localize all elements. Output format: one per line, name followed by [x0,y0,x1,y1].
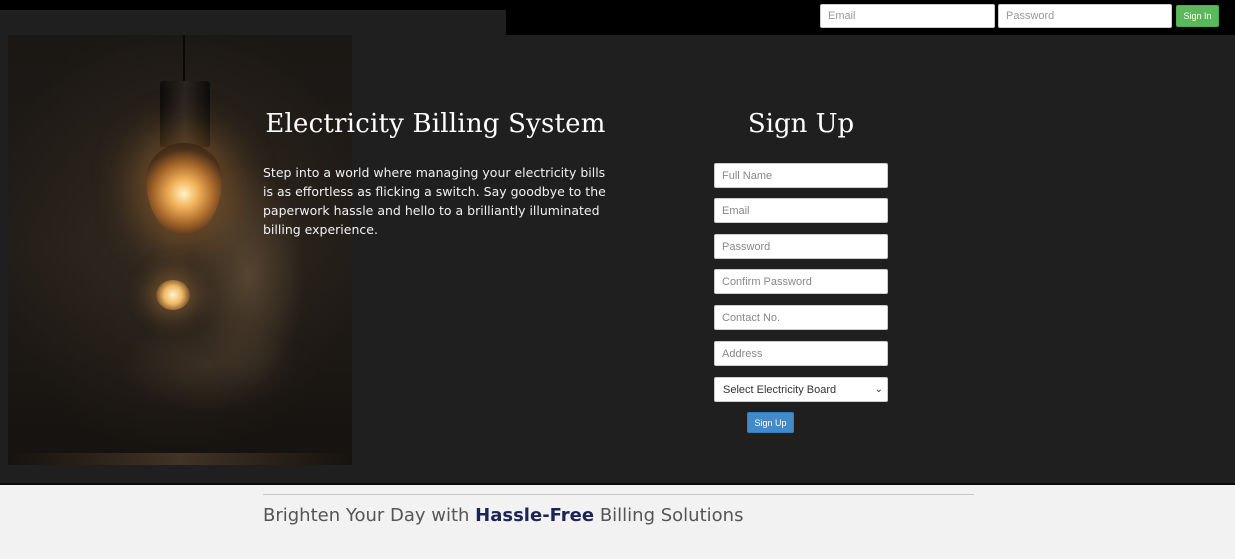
top-bar-strip [0,10,506,35]
bulb-reflection [156,280,190,310]
contact-number-field[interactable] [714,305,888,330]
sign-in-button[interactable]: Sign In [1176,5,1219,27]
sign-up-button[interactable]: Sign Up [747,412,794,433]
email-field[interactable] [714,198,888,223]
footer-divider [263,494,974,495]
tagline-end: Billing Solutions [594,505,744,526]
page: Sign In Electricity Billing System Step … [0,0,1235,559]
glowing-bulb [146,143,222,235]
bulb-cord [183,35,185,81]
light-bulb-image [8,35,352,465]
top-login-bar: Sign In [0,0,1235,35]
confirm-password-field[interactable] [714,269,888,294]
electricity-board-select[interactable]: Select Electricity Board ⌄ [714,377,888,402]
login-password-input[interactable] [998,4,1172,28]
signup-title: Sign Up [747,109,855,139]
hero-bottom-border [0,483,1235,485]
floor-glow [8,453,352,465]
electricity-board-select-value: Select Electricity Board [723,383,837,396]
footer-tagline: Brighten Your Day with Hassle-Free Billi… [263,505,743,526]
bulb-socket [160,81,210,147]
address-field[interactable] [714,341,888,366]
page-title: Electricity Billing System [265,109,606,139]
full-name-field[interactable] [714,163,888,188]
tagline-start: Brighten Your Day with [263,505,476,526]
chevron-down-icon: ⌄ [874,384,883,395]
login-email-input[interactable] [820,4,995,28]
hero-description: Step into a world where managing your el… [263,165,606,237]
hero-section: Electricity Billing System Step into a w… [0,35,1235,483]
password-field[interactable] [714,234,888,259]
tagline-highlight: Hassle-Free [475,505,595,526]
